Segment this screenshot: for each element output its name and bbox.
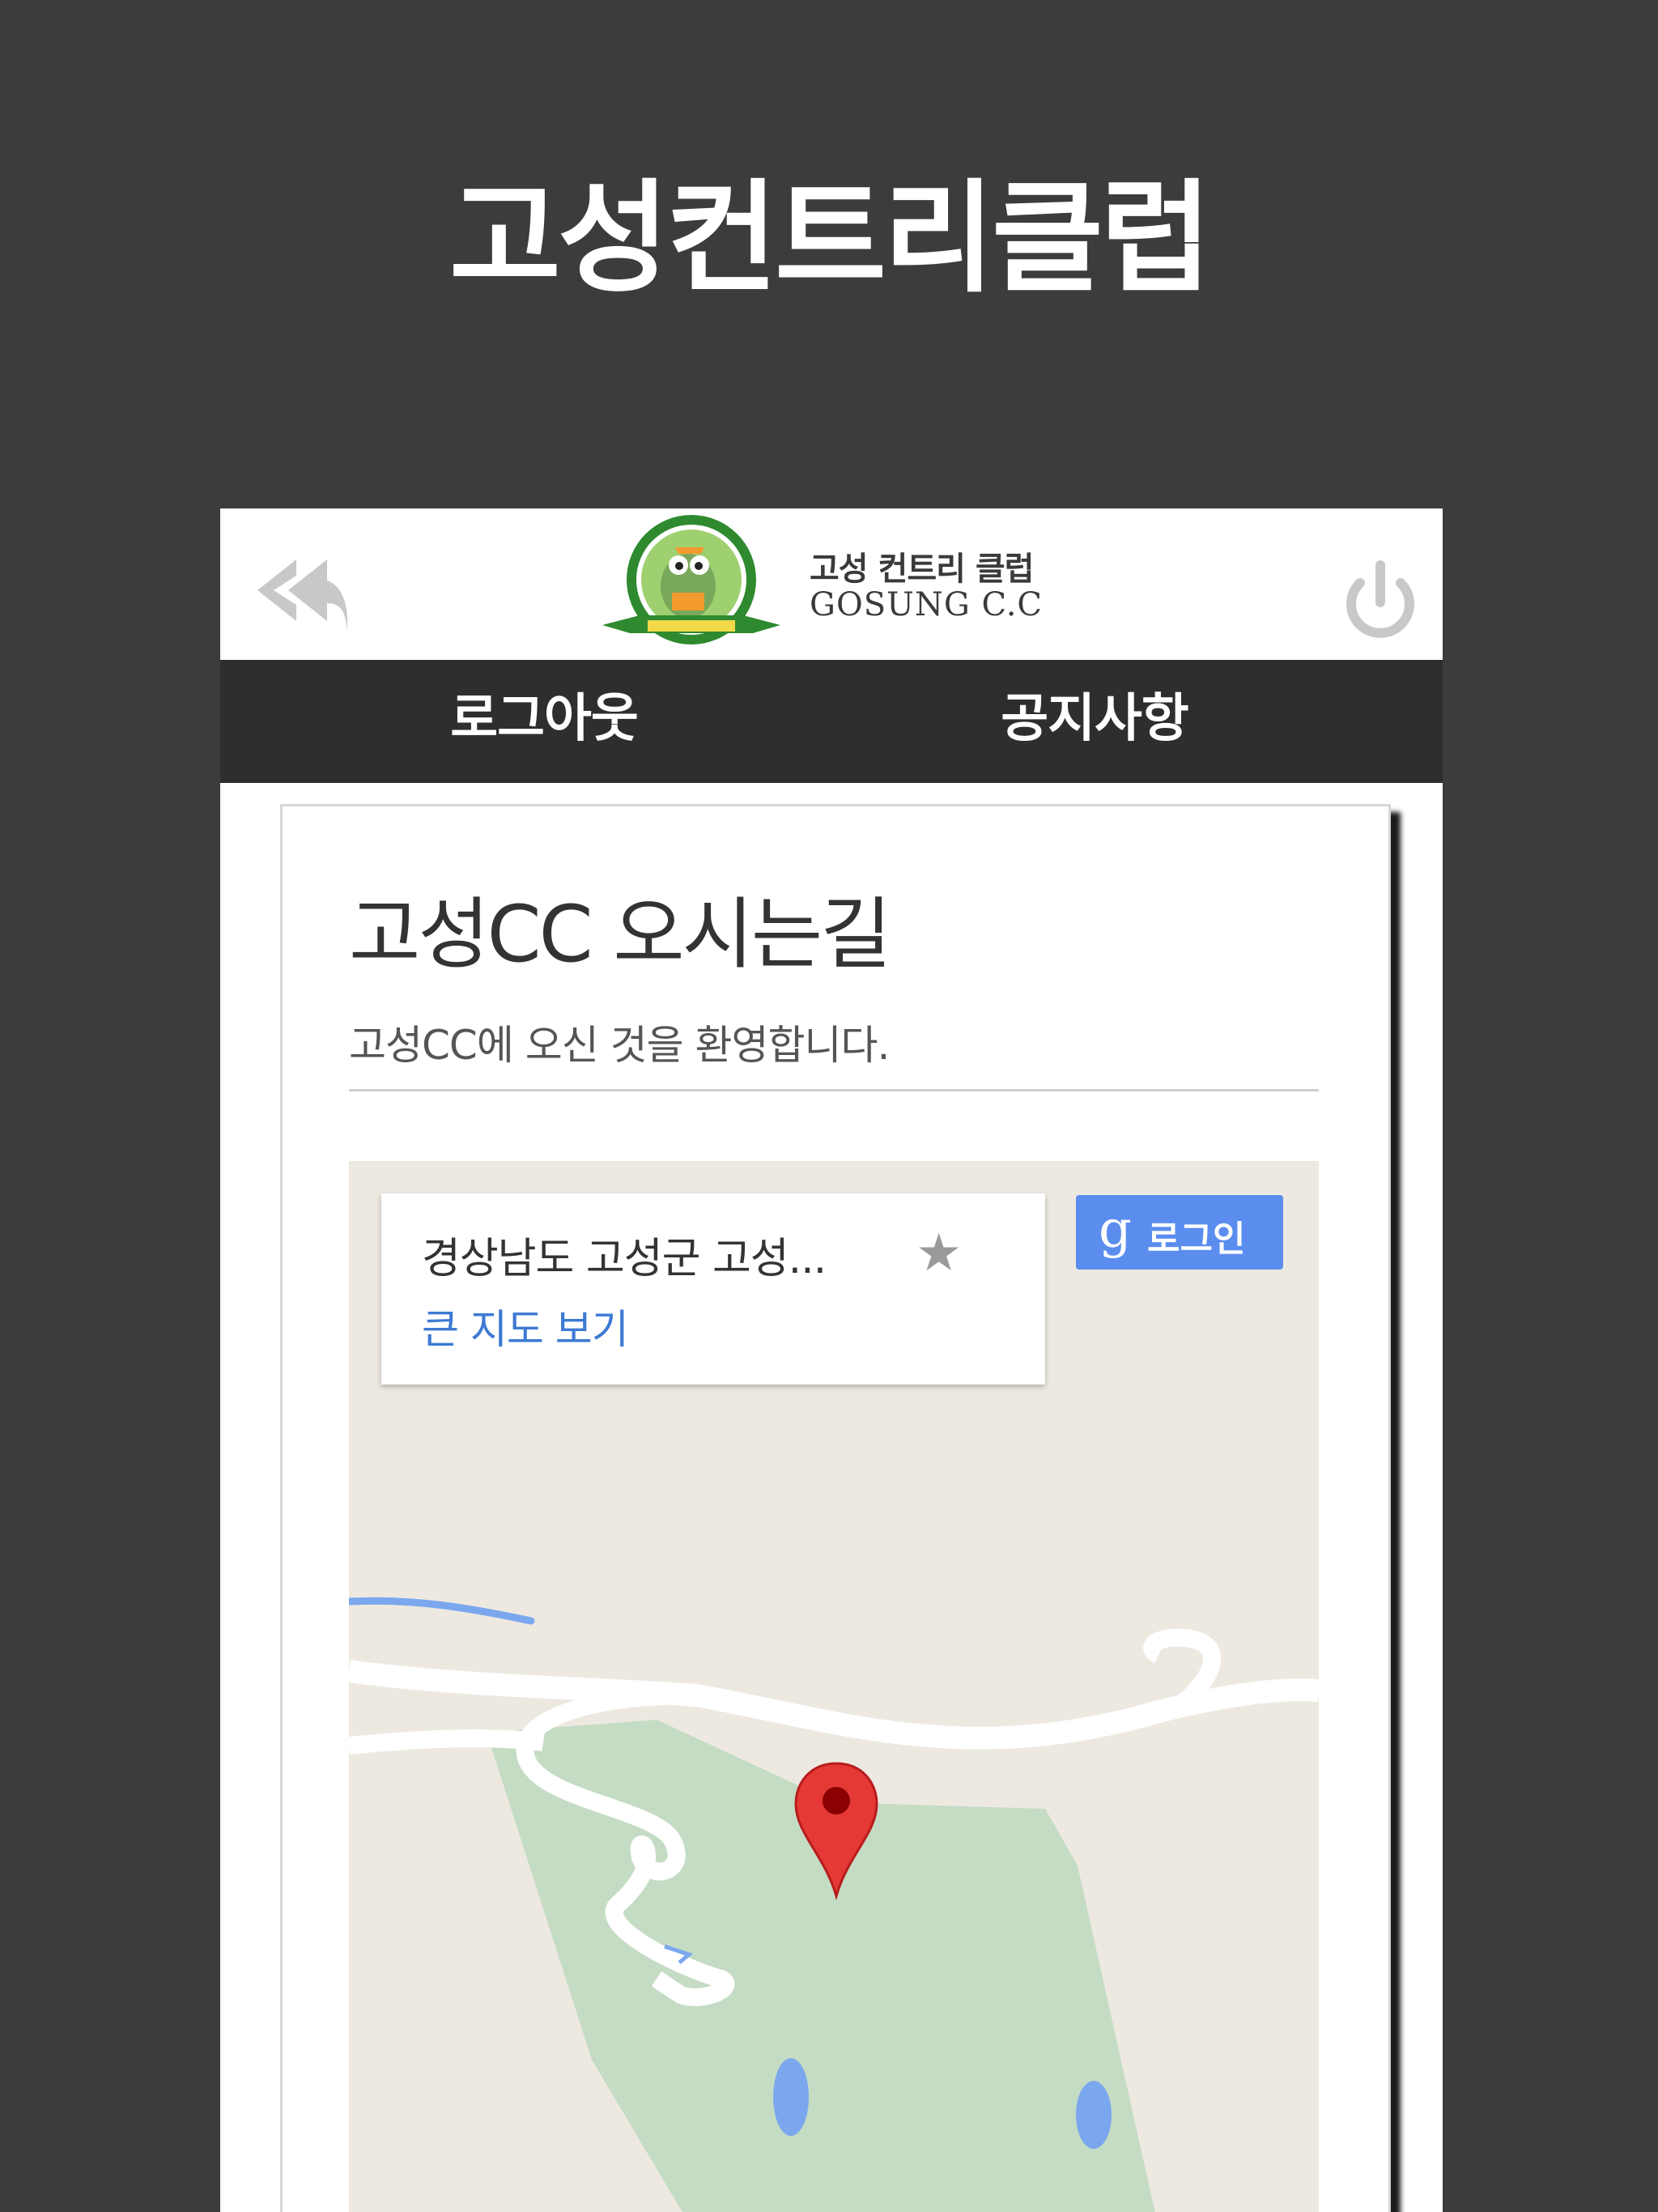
pond bbox=[773, 2058, 809, 2136]
view-larger-map-link[interactable]: 큰 지도 보기 bbox=[422, 1297, 629, 1355]
reply-all-icon bbox=[257, 559, 347, 631]
club-emblem-icon bbox=[602, 515, 780, 644]
google-login-label: 로그인 bbox=[1147, 1219, 1246, 1260]
map-pin-icon[interactable] bbox=[793, 1760, 880, 1899]
power-button[interactable] bbox=[1336, 557, 1425, 646]
nav-notice[interactable]: 공지사항 bbox=[981, 660, 1208, 783]
logo-english-text: GOSUNG C.C bbox=[810, 586, 1044, 623]
google-g-icon: g bbox=[1099, 1200, 1132, 1260]
directions-card: 고성CC 오시는길 고성CC에 오신 것을 환영합니다. 경상남도 고성군 고성… bbox=[280, 804, 1391, 2212]
power-icon bbox=[1346, 560, 1414, 638]
google-login-button[interactable]: g 로그인 bbox=[1076, 1195, 1283, 1270]
road-left bbox=[349, 1729, 545, 1755]
app-screen: 고성 컨트리 클럽 GOSUNG C.C 로그아웃 공지사항 고성CC 오시는길… bbox=[220, 508, 1443, 2212]
app-header: 고성 컨트리 클럽 GOSUNG C.C bbox=[220, 508, 1443, 660]
star-icon[interactable]: ★ bbox=[916, 1227, 962, 1279]
back-button[interactable] bbox=[249, 553, 355, 642]
page-subtitle: 고성CC에 오신 것을 환영합니다. bbox=[349, 1022, 890, 1069]
embedded-map[interactable]: 경상남도 고성군 고성... ★ 큰 지도 보기 g 로그인 bbox=[349, 1161, 1319, 2212]
logo-korean-text: 고성 컨트리 클럽 bbox=[810, 551, 1034, 588]
main-nav: 로그아웃 공지사항 bbox=[220, 660, 1443, 783]
page-title: 고성CC 오시는길 bbox=[349, 889, 891, 980]
divider bbox=[349, 1089, 1319, 1091]
map-info-card: 경상남도 고성군 고성... ★ 큰 지도 보기 bbox=[381, 1193, 1045, 1385]
map-address: 경상남도 고성군 고성... bbox=[422, 1235, 827, 1283]
pond bbox=[1076, 2081, 1112, 2149]
club-logo: 고성 컨트리 클럽 GOSUNG C.C bbox=[591, 512, 1109, 657]
nav-logout[interactable]: 로그아웃 bbox=[431, 660, 657, 783]
page-hero-title: 고성컨트리클럽 bbox=[449, 168, 1212, 309]
